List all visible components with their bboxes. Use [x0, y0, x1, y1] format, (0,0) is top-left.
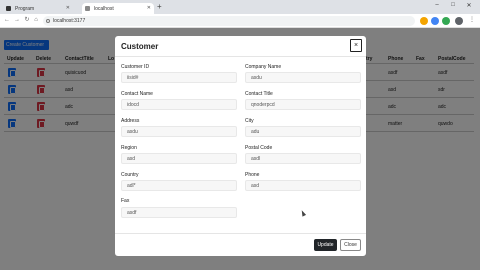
site-info-icon[interactable] [46, 19, 50, 23]
tab-title: localhost [94, 6, 114, 12]
menu-kebab-icon[interactable]: ⋮ [468, 17, 476, 24]
extension-icon[interactable] [420, 17, 428, 25]
reload-icon[interactable]: ↻ [23, 17, 31, 24]
back-arrow-icon[interactable]: ← [3, 17, 11, 24]
city-label: City [245, 118, 254, 124]
tab-localhost[interactable]: localhost ✕ [82, 3, 154, 14]
browser-chrome: Program ✕ localhost ✕ + – □ ✕ ← → ↻ ⌂ lo… [0, 0, 480, 28]
address-label: Address [121, 118, 140, 124]
forward-arrow-icon[interactable]: → [13, 17, 21, 24]
close-button[interactable]: Close [340, 239, 361, 251]
address-bar[interactable]: localhost:3177 [43, 16, 415, 26]
profile-avatar-icon[interactable] [455, 17, 463, 25]
contact-title-label: Contact Title [245, 91, 273, 97]
country-input[interactable]: adl* [121, 180, 237, 191]
phone-input[interactable]: asd [245, 180, 361, 191]
tab-close-icon[interactable]: ✕ [147, 5, 151, 11]
tab-close-icon[interactable]: ✕ [66, 5, 70, 11]
postal-code-input[interactable]: asdl [245, 153, 361, 164]
region-input[interactable]: asd [121, 153, 237, 164]
home-icon[interactable]: ⌂ [32, 17, 40, 24]
modal-header-divider [115, 56, 366, 57]
modal-title: Customer [121, 42, 159, 51]
fax-input[interactable]: asdf [121, 207, 237, 218]
company-name-label: Company Name [245, 64, 282, 70]
fax-label: Fax [121, 198, 130, 204]
tab-favicon-icon [85, 6, 90, 11]
customer-modal: Customer × Customer ID iisid# Company Na… [115, 36, 366, 256]
extension-icon[interactable] [431, 17, 439, 25]
tab-title: Program [15, 6, 35, 12]
customer-id-input[interactable]: iisid# [121, 72, 237, 83]
new-tab-button[interactable]: + [157, 3, 162, 11]
update-button[interactable]: Update [314, 239, 337, 251]
country-label: Country [121, 172, 139, 178]
browser-toolbar: ← → ↻ ⌂ localhost:3177 ⋮ [0, 14, 480, 28]
region-label: Region [121, 145, 137, 151]
minimize-button[interactable]: – [430, 2, 444, 8]
close-icon[interactable]: × [350, 39, 362, 52]
address-text: localhost:3177 [53, 18, 86, 24]
extension-icon[interactable] [442, 17, 450, 25]
tab-favicon-icon [6, 6, 11, 11]
tab-program[interactable]: Program ✕ [3, 3, 73, 14]
close-window-button[interactable]: ✕ [462, 2, 476, 9]
contact-name-label: Contact Name [121, 91, 153, 97]
maximize-button[interactable]: □ [446, 2, 460, 8]
contact-title-input[interactable]: qnoderpcd [245, 99, 361, 110]
postal-code-label: Postal Code [245, 145, 273, 151]
address-input[interactable]: asdu [121, 126, 237, 137]
customer-id-label: Customer ID [121, 64, 150, 70]
modal-footer-divider [115, 233, 366, 234]
phone-label: Phone [245, 172, 260, 178]
company-name-input[interactable]: asdu [245, 72, 361, 83]
contact-name-input[interactable]: idocd [121, 99, 237, 110]
tab-bar: Program ✕ localhost ✕ + – □ ✕ [0, 0, 480, 14]
city-input[interactable]: adu [245, 126, 361, 137]
